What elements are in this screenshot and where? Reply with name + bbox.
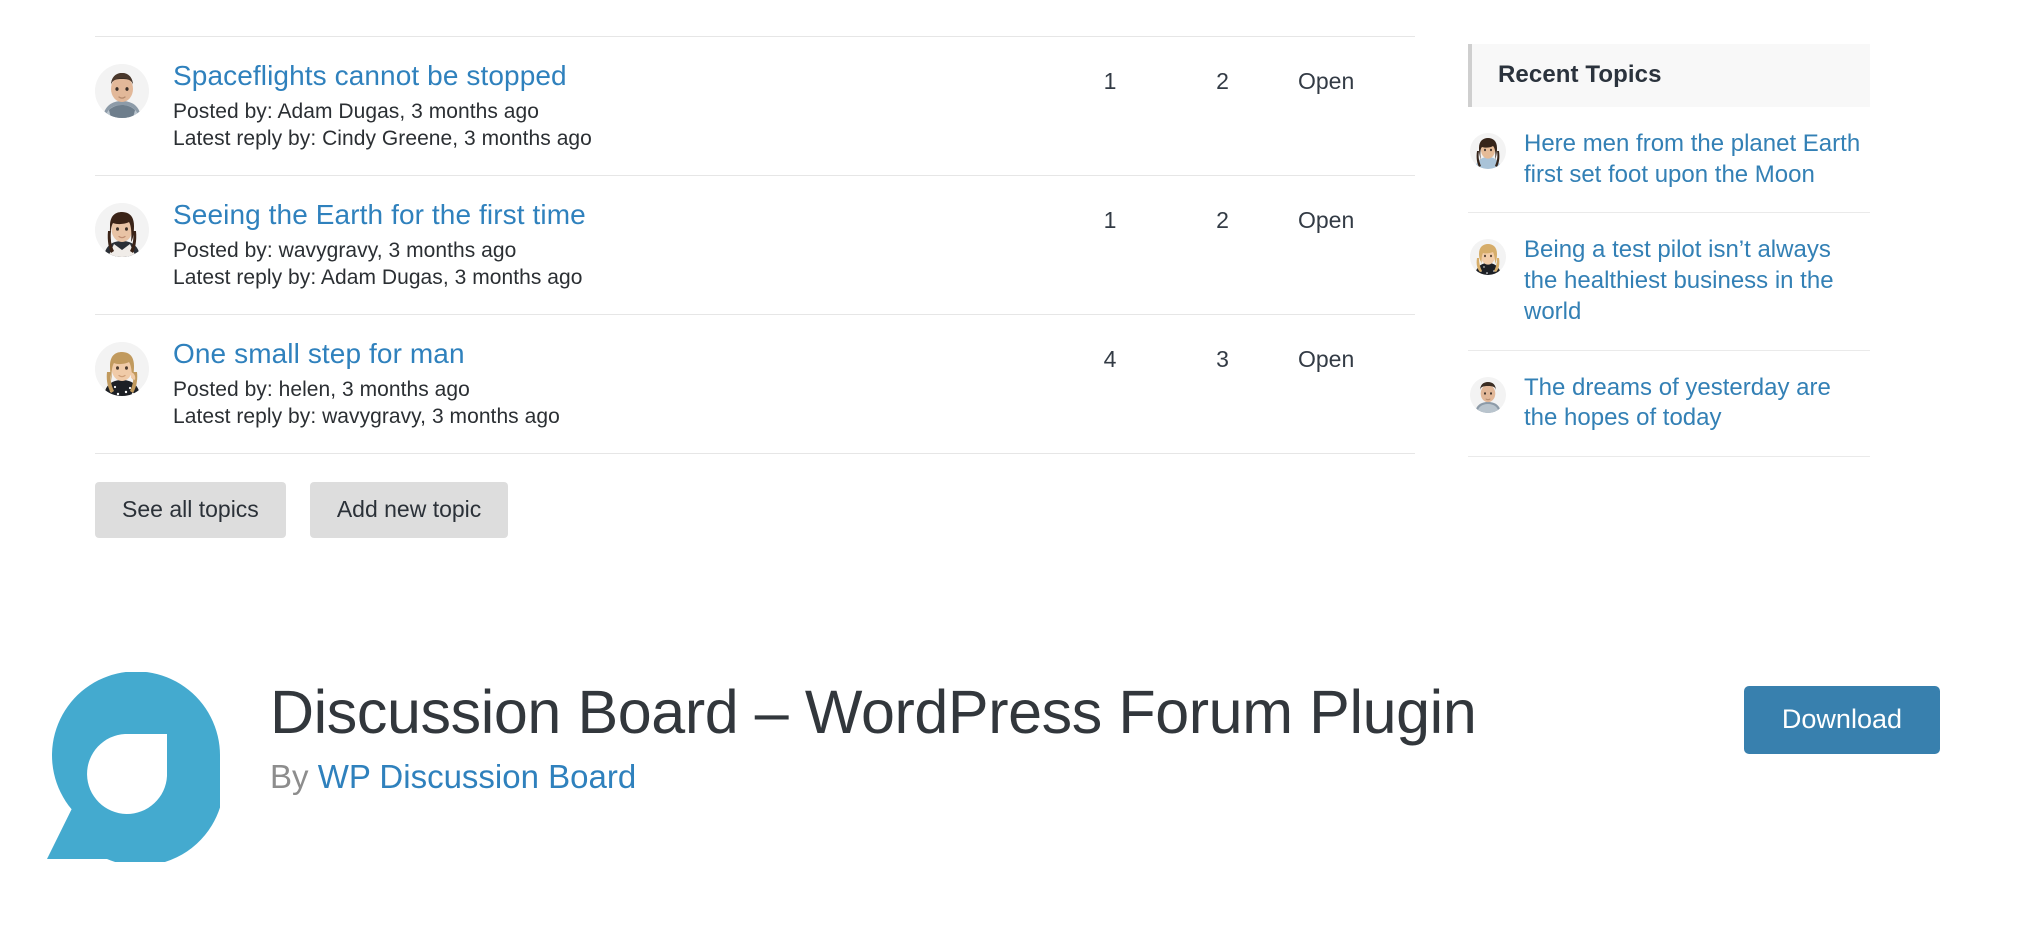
list-item[interactable]: Here men from the planet Earth first set… [1468,107,1870,214]
topic-replies-count: 3 [1216,345,1229,372]
topic-list: Spaceflights cannot be stopped Posted by… [95,36,1415,454]
topic-content: One small step for man Posted by: helen,… [149,338,1055,431]
list-item[interactable]: Being a test pilot isn’t always the heal… [1468,213,1870,351]
status-badge: Open [1298,206,1355,233]
avatar [1470,239,1506,276]
topic-latest-reply: Latest reply by: Adam Dugas, 3 months ag… [173,266,583,289]
by-prefix: By [270,757,318,795]
page-root: Spaceflights cannot be stopped Posted by… [0,0,2030,934]
plugin-text-block: Discussion Board – WordPress Forum Plugi… [220,672,1744,796]
topic-title-link[interactable]: Spaceflights cannot be stopped [173,60,1055,92]
avatar [95,202,149,257]
recent-topics-widget: Recent Topics Here men from the planet E… [1468,44,1870,458]
topic-content: Seeing the Earth for the first time Post… [149,199,1055,292]
avatar [95,64,149,118]
see-all-topics-button[interactable]: See all topics [95,481,286,539]
download-button[interactable]: Download [1743,686,1940,755]
topic-content: Spaceflights cannot be stopped Posted by… [149,60,1055,153]
topic-posted-by: Posted by: Adam Dugas, 3 months ago [173,100,539,124]
recent-topic-link[interactable]: Here men from the planet Earth first set… [1506,129,1868,190]
download-area: Download [1743,672,1985,755]
topic-title-link[interactable]: One small step for man [173,338,1055,370]
topic-voices-count: 1 [1103,68,1117,94]
topic-title-link[interactable]: Seeing the Earth for the first time [173,199,1055,231]
discussion-board-logo-icon [45,671,225,866]
table-row[interactable]: Seeing the Earth for the first time Post… [95,174,1415,314]
add-new-topic-button[interactable]: Add new topic [309,481,509,539]
page-title: Discussion Board – WordPress Forum Plugi… [270,678,1477,746]
table-row[interactable]: Spaceflights cannot be stopped Posted by… [95,36,1415,175]
avatar [1470,376,1506,413]
topic-latest-reply: Latest reply by: wavygravy, 3 months ago [173,404,560,428]
topic-posted-by: Posted by: helen, 3 months ago [173,378,470,402]
topic-replies-count: 2 [1216,206,1229,233]
list-item[interactable]: The dreams of yesterday are the hopes of… [1468,351,1870,458]
avatar [1470,133,1506,169]
plugin-header: Discussion Board – WordPress Forum Plugi… [45,671,1985,866]
forum-actions: See all topics Add new topic [95,481,1415,539]
status-badge: Open [1298,68,1355,94]
topic-latest-reply: Latest reply by: Cindy Greene, 3 months … [173,127,592,151]
topic-posted-by: Posted by: wavygravy, 3 months ago [173,239,517,263]
widget-title: Recent Topics [1468,44,1870,107]
plugin-author-line: By WP Discussion Board [270,757,1744,797]
table-row[interactable]: One small step for man Posted by: helen,… [95,313,1415,454]
plugin-author-link[interactable]: WP Discussion Board [318,758,637,795]
recent-topic-link[interactable]: Being a test pilot isn’t always the heal… [1506,235,1868,327]
recent-topics-list: Here men from the planet Earth first set… [1468,107,1870,458]
topic-voices-count: 1 [1103,206,1117,233]
recent-topic-link[interactable]: The dreams of yesterday are the hopes of… [1506,373,1868,434]
status-badge: Open [1298,345,1355,372]
avatar [95,341,149,396]
topic-replies-count: 2 [1216,68,1229,94]
topic-voices-count: 4 [1103,345,1117,372]
forum-topic-section: Spaceflights cannot be stopped Posted by… [95,36,1415,539]
